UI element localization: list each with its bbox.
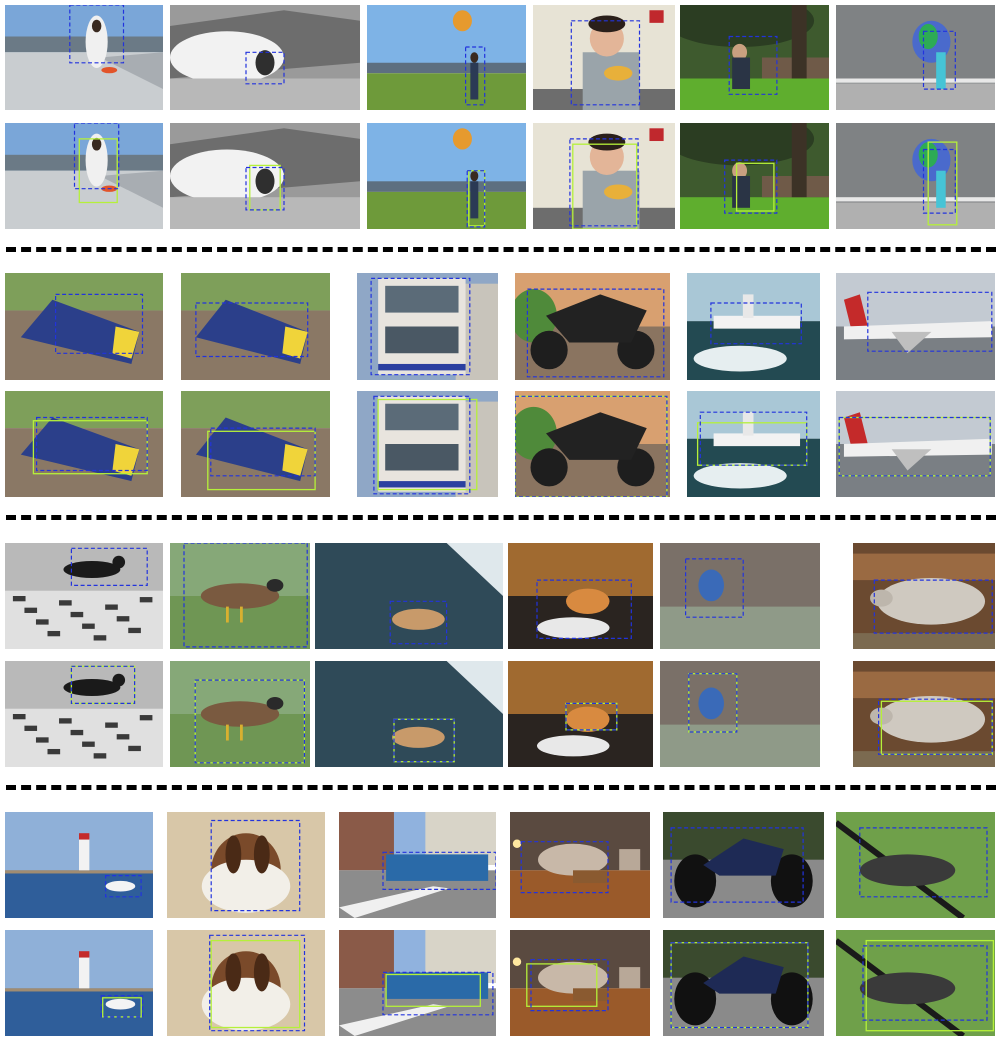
photo-bird-scene [660, 543, 820, 649]
photo-dog-scene [167, 930, 325, 1036]
photo-double-decker-bus [357, 273, 498, 380]
photo-boat [5, 812, 153, 918]
photo-skateboarder-scene [5, 123, 163, 229]
photo-man-eating [533, 123, 675, 229]
photo-train-scene [5, 273, 163, 380]
photo-ship-scene [687, 391, 820, 497]
photo-ship-scene [687, 273, 820, 380]
photo-bird [836, 812, 995, 918]
photo-airplane-scene [836, 273, 995, 380]
photo-bird-scene [660, 661, 820, 767]
photo-sofa [510, 812, 650, 918]
photo-surfer-scene [170, 123, 360, 229]
photo-train [181, 273, 330, 380]
photo-dog [167, 930, 325, 1036]
photo-train [181, 391, 330, 497]
photo-dog [167, 812, 325, 918]
photo-motorbike-scene [663, 930, 824, 1036]
photo-train [5, 391, 163, 497]
photo-cat-scene [5, 661, 163, 767]
photo-bird-scene [836, 930, 995, 1036]
photo-bird-scene [170, 661, 310, 767]
photo-surfer [170, 5, 360, 110]
photo-cat-scene [5, 543, 163, 649]
photo-cat [508, 543, 653, 649]
photo-surfer-scene [170, 5, 360, 110]
photo-ship [687, 391, 820, 497]
photo-person-with-kite [367, 123, 526, 229]
photo-sheep [853, 661, 995, 767]
photo-surfer [170, 123, 360, 229]
photo-skateboarder [5, 123, 163, 229]
photo-bus-scene [339, 812, 496, 918]
photo-airplane [836, 391, 995, 497]
photo-cat [508, 661, 653, 767]
photo-cat [5, 543, 163, 649]
photo-ship [687, 273, 820, 380]
photo-person-with-kite-scene [367, 123, 526, 229]
photo-motorbike [515, 391, 670, 497]
photo-bus [339, 930, 496, 1036]
photo-skateboarder [5, 5, 163, 110]
photo-dog-scene [167, 812, 325, 918]
photo-bird [170, 661, 310, 767]
dashed-separator [6, 785, 996, 790]
photo-motorbike [663, 930, 824, 1036]
photo-man-eating-scene [533, 123, 675, 229]
photo-girl-with-umbrella-scene [836, 5, 995, 110]
photo-cat-scene [508, 543, 653, 649]
photo-girl-with-umbrella [836, 123, 995, 229]
photo-motorbike-scene [515, 391, 670, 497]
photo-train-scene [181, 273, 330, 380]
photo-motorbike-scene [663, 812, 824, 918]
photo-man-on-bench-scene [680, 5, 829, 110]
photo-man-on-bench [680, 123, 829, 229]
photo-man-on-bench-scene [680, 123, 829, 229]
photo-sofa-scene [510, 930, 650, 1036]
photo-boat-scene [5, 812, 153, 918]
photo-person-with-kite-scene [367, 5, 526, 110]
photo-bird [660, 661, 820, 767]
photo-sofa-scene [510, 812, 650, 918]
photo-sheep [853, 543, 995, 649]
photo-skateboarder-scene [5, 5, 163, 110]
photo-bus-scene [339, 930, 496, 1036]
photo-sheep-scene [853, 661, 995, 767]
photo-sheep-scene [853, 543, 995, 649]
photo-train-scene [5, 391, 163, 497]
photo-train [5, 273, 163, 380]
dashed-separator [6, 515, 996, 520]
photo-airplane-scene [836, 391, 995, 497]
photo-boat [5, 930, 153, 1036]
photo-dog-scene [315, 661, 503, 767]
dashed-separator [6, 247, 996, 252]
photo-bird-scene [836, 812, 995, 918]
photo-bus [339, 812, 496, 918]
photo-bird [836, 930, 995, 1036]
photo-dog [315, 543, 503, 649]
photo-bird-scene [170, 543, 310, 649]
photo-dog [315, 661, 503, 767]
photo-double-decker-bus-scene [357, 391, 498, 497]
photo-sofa [510, 930, 650, 1036]
photo-motorbike-scene [515, 273, 670, 380]
photo-double-decker-bus-scene [357, 273, 498, 380]
photo-person-with-kite [367, 5, 526, 110]
photo-man-eating-scene [533, 5, 675, 110]
photo-boat-scene [5, 930, 153, 1036]
photo-motorbike [515, 273, 670, 380]
photo-girl-with-umbrella [836, 5, 995, 110]
photo-man-on-bench [680, 5, 829, 110]
photo-cat [5, 661, 163, 767]
photo-bird [170, 543, 310, 649]
photo-train-scene [181, 391, 330, 497]
photo-motorbike [663, 812, 824, 918]
photo-bird [660, 543, 820, 649]
photo-girl-with-umbrella-scene [836, 123, 995, 229]
photo-dog-scene [315, 543, 503, 649]
photo-airplane [836, 273, 995, 380]
photo-double-decker-bus [357, 391, 498, 497]
photo-man-eating [533, 5, 675, 110]
photo-cat-scene [508, 661, 653, 767]
